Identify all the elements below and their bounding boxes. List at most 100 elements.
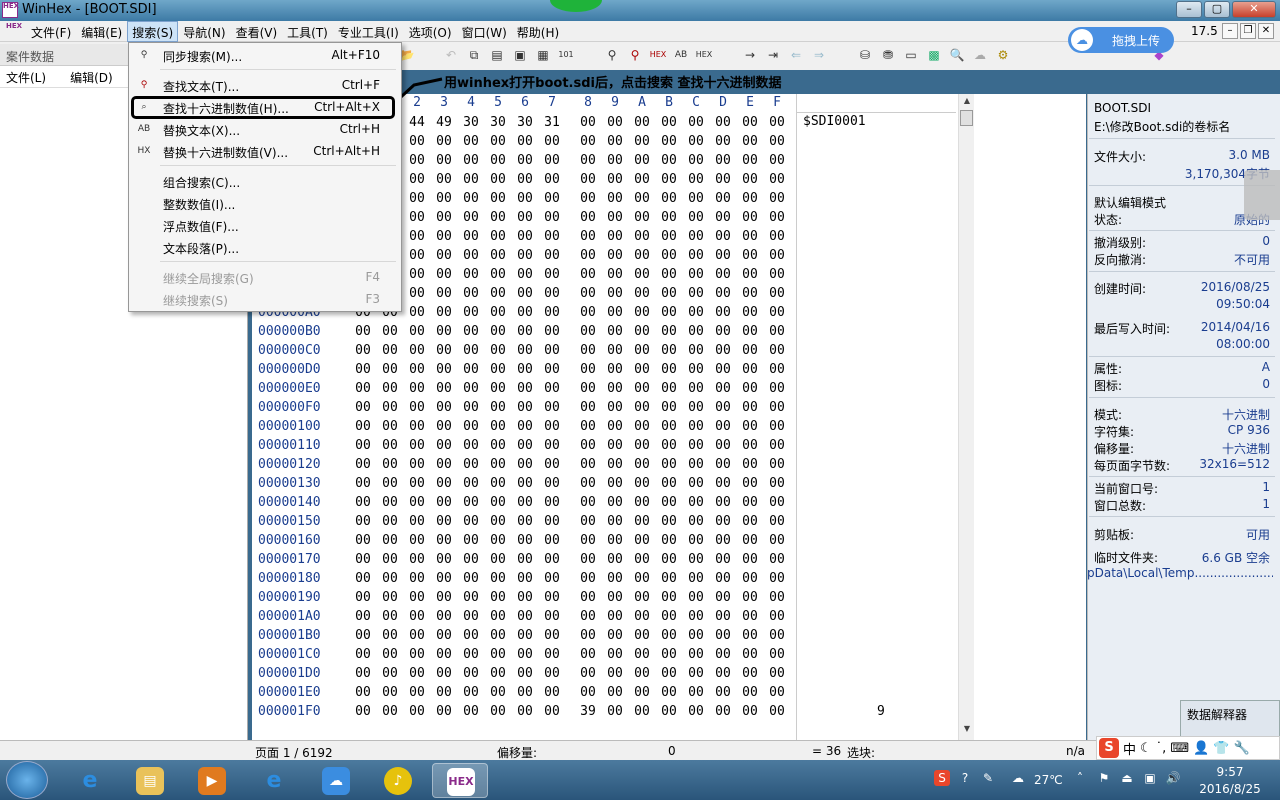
- hex-byte[interactable]: 00: [739, 379, 761, 398]
- hex-row[interactable]: 00000000000000000000000000000000: [352, 531, 796, 550]
- hex-byte[interactable]: 00: [487, 170, 509, 189]
- hex-byte[interactable]: 00: [379, 360, 401, 379]
- hex-byte[interactable]: 00: [631, 588, 653, 607]
- hex-byte[interactable]: 00: [379, 512, 401, 531]
- hex-byte[interactable]: 00: [766, 113, 788, 132]
- hex-byte[interactable]: 00: [604, 170, 626, 189]
- hex-row[interactable]: 00000000000000000000000000000000: [352, 569, 796, 588]
- replace-text-icon[interactable]: AB: [672, 46, 690, 64]
- mdi-close-button[interactable]: ✕: [1258, 23, 1274, 39]
- hex-byte[interactable]: 00: [352, 341, 374, 360]
- hex-byte[interactable]: 00: [685, 531, 707, 550]
- search-menu-item[interactable]: ⚲ 同步搜索(M)... Alt+F10: [134, 45, 398, 65]
- hex-byte[interactable]: 00: [712, 113, 734, 132]
- hex-row[interactable]: 44 49 30 30 30 31 00 00 00 00 00 00 00 00: [352, 113, 796, 132]
- hex-byte[interactable]: 00: [685, 132, 707, 151]
- hex-byte[interactable]: 00: [658, 322, 680, 341]
- hex-byte[interactable]: 00: [658, 683, 680, 702]
- hex-byte[interactable]: 00: [685, 493, 707, 512]
- hex-byte[interactable]: 00: [460, 379, 482, 398]
- hex-row[interactable]: 00000000000000000000000000000000: [352, 493, 796, 512]
- hex-byte[interactable]: 00: [766, 303, 788, 322]
- taskbar-ie2[interactable]: e: [246, 763, 302, 798]
- hex-byte[interactable]: 00: [379, 550, 401, 569]
- hex-byte[interactable]: 00: [604, 645, 626, 664]
- hex-byte[interactable]: 30: [460, 113, 482, 132]
- hex-byte[interactable]: 00: [685, 208, 707, 227]
- ime-language[interactable]: 中: [1123, 739, 1136, 758]
- hex-byte[interactable]: 00: [685, 303, 707, 322]
- menu-tools[interactable]: 工具(T): [282, 21, 333, 42]
- flag-icon[interactable]: ⚑: [1096, 770, 1112, 786]
- hex-byte[interactable]: 00: [514, 550, 536, 569]
- hex-byte[interactable]: 00: [406, 227, 428, 246]
- hex-byte[interactable]: 00: [352, 436, 374, 455]
- hex-byte[interactable]: 00: [577, 170, 599, 189]
- hex-row[interactable]: 00000000000000000000000000000000: [352, 265, 796, 284]
- hex-byte[interactable]: 00: [433, 607, 455, 626]
- hex-byte[interactable]: 00: [604, 512, 626, 531]
- hex-byte[interactable]: 00: [406, 512, 428, 531]
- hex-byte[interactable]: 49: [433, 113, 455, 132]
- hex-byte[interactable]: 00: [487, 322, 509, 341]
- forward-icon[interactable]: ⇒: [810, 46, 828, 64]
- minimize-button[interactable]: –: [1176, 1, 1202, 18]
- menu-edit[interactable]: 编辑(E): [76, 21, 127, 42]
- hex-byte[interactable]: 00: [433, 303, 455, 322]
- hex-byte[interactable]: 00: [352, 531, 374, 550]
- hex-byte[interactable]: 00: [541, 132, 563, 151]
- hex-byte[interactable]: 00: [460, 531, 482, 550]
- hex-byte[interactable]: 00: [685, 284, 707, 303]
- hex-byte[interactable]: 00: [658, 246, 680, 265]
- hex-byte[interactable]: 00: [631, 683, 653, 702]
- hex-byte[interactable]: 00: [658, 170, 680, 189]
- hex-byte[interactable]: 00: [514, 208, 536, 227]
- hex-byte[interactable]: 00: [631, 436, 653, 455]
- hex-byte[interactable]: 00: [460, 341, 482, 360]
- hex-byte[interactable]: 00: [766, 436, 788, 455]
- hex-byte[interactable]: 00: [739, 246, 761, 265]
- hex-byte[interactable]: 00: [460, 227, 482, 246]
- hex-byte[interactable]: 00: [460, 588, 482, 607]
- hex-byte[interactable]: 00: [406, 417, 428, 436]
- hex-byte[interactable]: 00: [487, 550, 509, 569]
- hex-byte[interactable]: 00: [739, 360, 761, 379]
- hex-byte[interactable]: 00: [541, 512, 563, 531]
- hex-byte[interactable]: 00: [685, 588, 707, 607]
- hex-byte[interactable]: 00: [604, 550, 626, 569]
- hex-byte[interactable]: 00: [604, 702, 626, 721]
- hex-byte[interactable]: 00: [406, 569, 428, 588]
- hex-byte[interactable]: 00: [460, 436, 482, 455]
- help-tray-icon[interactable]: ?: [957, 770, 973, 786]
- hex-byte[interactable]: 00: [685, 113, 707, 132]
- hex-byte[interactable]: 00: [514, 341, 536, 360]
- menu-view[interactable]: 查看(V): [231, 21, 283, 42]
- hex-byte[interactable]: 00: [460, 189, 482, 208]
- hex-byte[interactable]: 00: [712, 455, 734, 474]
- hex-byte[interactable]: 00: [604, 417, 626, 436]
- hex-byte[interactable]: 00: [739, 607, 761, 626]
- hex-byte[interactable]: 00: [352, 683, 374, 702]
- hex-byte[interactable]: 00: [604, 626, 626, 645]
- hex-byte[interactable]: 44: [406, 113, 428, 132]
- hex-byte[interactable]: 00: [541, 455, 563, 474]
- hex-byte[interactable]: 00: [685, 379, 707, 398]
- hex-byte[interactable]: 00: [541, 189, 563, 208]
- hex-byte[interactable]: 00: [685, 246, 707, 265]
- hex-byte[interactable]: 00: [541, 322, 563, 341]
- hex-byte[interactable]: 00: [514, 455, 536, 474]
- hex-byte[interactable]: 00: [739, 151, 761, 170]
- hex-byte[interactable]: 00: [577, 246, 599, 265]
- hex-byte[interactable]: 00: [604, 322, 626, 341]
- hex-byte[interactable]: 00: [577, 645, 599, 664]
- hex-byte[interactable]: 00: [433, 284, 455, 303]
- hex-byte[interactable]: 00: [460, 170, 482, 189]
- hex-byte[interactable]: 00: [514, 588, 536, 607]
- hex-byte[interactable]: 00: [685, 607, 707, 626]
- hex-byte[interactable]: 00: [406, 664, 428, 683]
- hex-byte[interactable]: 00: [487, 227, 509, 246]
- hex-byte[interactable]: 00: [685, 474, 707, 493]
- hex-byte[interactable]: 00: [766, 379, 788, 398]
- hex-byte[interactable]: 00: [433, 322, 455, 341]
- hex-byte[interactable]: 00: [406, 702, 428, 721]
